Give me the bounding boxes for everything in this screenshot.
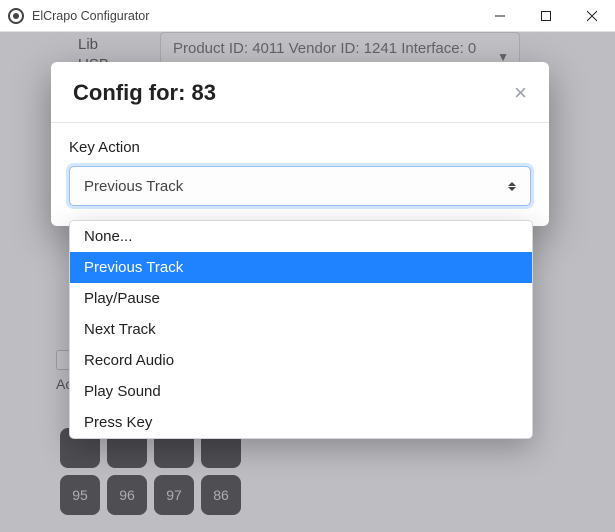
key-action-select-value: Previous Track [84,178,183,195]
app-body: Lib USB Product ID: 4011 Vendor ID: 1241… [0,32,615,532]
window-close-button[interactable] [569,0,615,32]
window-titlebar: ElCrapo Configurator [0,0,615,32]
window-title: ElCrapo Configurator [32,9,149,23]
option-next-track[interactable]: Next Track [70,314,532,345]
close-icon: × [514,80,527,105]
modal-body: Key Action Previous Track [51,123,549,226]
option-play-pause[interactable]: Play/Pause [70,283,532,314]
key-action-dropdown: None... Previous Track Play/Pause Next T… [69,220,533,439]
app-icon [8,8,24,24]
select-caret-icon [506,179,518,193]
option-record-audio[interactable]: Record Audio [70,345,532,376]
config-modal: Config for: 83 × Key Action Previous Tra… [51,62,549,226]
option-previous-track[interactable]: Previous Track [70,252,532,283]
modal-close-button[interactable]: × [514,82,527,104]
option-none[interactable]: None... [70,221,532,252]
modal-title: Config for: 83 [73,80,216,106]
window-minimize-button[interactable] [477,0,523,32]
option-play-sound[interactable]: Play Sound [70,376,532,407]
key-action-select[interactable]: Previous Track [69,166,531,206]
key-action-label: Key Action [69,139,531,156]
modal-header: Config for: 83 × [51,62,549,123]
window-maximize-button[interactable] [523,0,569,32]
option-press-key[interactable]: Press Key [70,407,532,438]
